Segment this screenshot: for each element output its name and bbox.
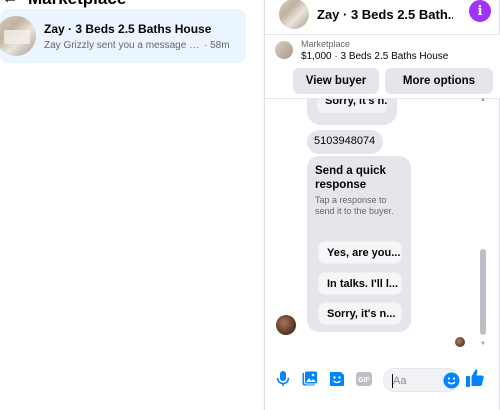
thumbs-up-icon[interactable]: [465, 368, 487, 390]
conversation-subtitle: Zay Grizzly sent you a message abo... · …: [44, 40, 236, 51]
marketplace-label: Marketplace: [301, 39, 351, 49]
phone-message[interactable]: 5103948074: [307, 130, 383, 154]
view-buyer-button[interactable]: View buyer: [293, 68, 379, 94]
listing-price-title: $1,000 · 3 Beds 2.5 Baths House: [301, 51, 449, 62]
chat-window: Zay · 3 Beds 2.5 Bath... i Marketplace $…: [264, 0, 500, 410]
conversation-preview: Zay Grizzly sent you a message abo...: [44, 39, 202, 51]
message-composer: GIF: [265, 364, 500, 396]
quick-response-card: Send a quick response Tap a response to …: [307, 156, 411, 332]
photo-icon[interactable]: [301, 370, 319, 388]
conversation-title: Zay · 3 Beds 2.5 Baths House: [44, 21, 212, 36]
info-icon[interactable]: i: [469, 0, 491, 22]
conversation-text: Zay · 3 Beds 2.5 Baths House Zay Grizzly…: [44, 22, 236, 51]
chat-header[interactable]: Zay · 3 Beds 2.5 Bath... i: [265, 0, 500, 35]
gif-icon[interactable]: GIF: [355, 370, 373, 388]
message-input[interactable]: [393, 373, 437, 389]
chat-title[interactable]: Zay · 3 Beds 2.5 Bath...: [317, 7, 453, 22]
page-title: Marketplace: [28, 0, 126, 9]
quick-response-title: Send a quick response: [315, 165, 386, 191]
scroll-up-icon[interactable]: ▲: [480, 97, 486, 103]
listing-avatar: [0, 16, 36, 56]
quick-response-description: Tap a response to send it to the buyer.: [315, 195, 394, 216]
conversation-time: · 58m: [204, 39, 230, 51]
message-input-box[interactable]: [383, 368, 460, 392]
sticker-icon[interactable]: [328, 370, 346, 388]
more-options-button[interactable]: More options: [385, 68, 493, 94]
seen-receipt-avatar: [455, 337, 465, 347]
quick-reply-chip[interactable]: Sorry, it's n...: [317, 99, 387, 113]
message-bubble: Sorry, it's n...: [307, 99, 397, 125]
emoji-icon[interactable]: [443, 372, 460, 389]
conversation-item[interactable]: Zay · 3 Beds 2.5 Baths House Zay Grizzly…: [0, 9, 246, 63]
scrollbar[interactable]: ▲ ▼: [480, 97, 486, 353]
sender-avatar: [276, 315, 296, 335]
scroll-thumb[interactable]: [480, 249, 486, 335]
quick-reply-yes[interactable]: Yes, are you...: [318, 241, 402, 264]
back-arrow-icon[interactable]: ←: [2, 0, 18, 8]
marketplace-header: ← Marketplace: [0, 0, 250, 8]
svg-text:GIF: GIF: [358, 377, 370, 384]
scroll-down-icon[interactable]: ▼: [480, 341, 486, 347]
message-list[interactable]: Sorry, it's n... 5103948074 Send a quick…: [265, 99, 500, 353]
microphone-icon[interactable]: [274, 370, 292, 388]
quick-reply-in-talks[interactable]: In talks. I'll l...: [318, 272, 402, 295]
quick-reply-sorry[interactable]: Sorry, it's n...: [318, 302, 402, 325]
listing-thumbnail: [275, 41, 293, 59]
marketplace-listing-bar: Marketplace $1,000 · 3 Beds 2.5 Baths Ho…: [265, 35, 500, 99]
chat-avatar[interactable]: [279, 0, 309, 29]
